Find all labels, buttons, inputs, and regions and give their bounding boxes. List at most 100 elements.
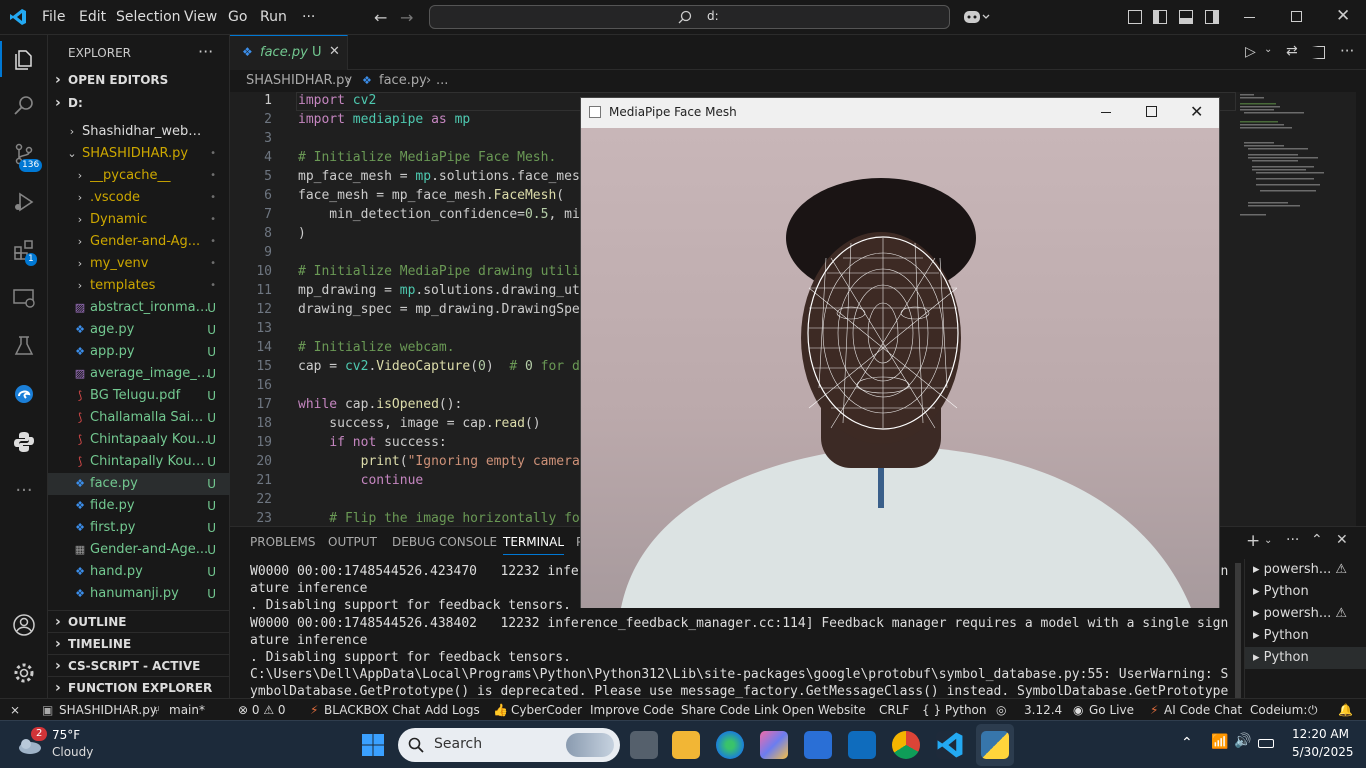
tab-output[interactable]: OUTPUT — [328, 535, 377, 549]
edge-browser-icon[interactable] — [716, 731, 744, 759]
wifi-icon[interactable]: 📶 — [1211, 734, 1228, 750]
file-tree-item[interactable]: ▨ average_image_n... U — [48, 363, 230, 385]
toggle-panel-icon[interactable] — [1179, 10, 1193, 24]
status-share-code-link[interactable]: Share Code Link — [681, 703, 779, 717]
tab-terminal[interactable]: TERMINAL — [503, 535, 565, 555]
panel-more-icon[interactable]: ··· — [1286, 532, 1299, 548]
volume-icon[interactable]: 🔊 — [1234, 733, 1251, 749]
code-line[interactable]: mp_drawing = mp.solutions.drawing_uti — [298, 283, 588, 298]
customize-layout-icon[interactable] — [1128, 10, 1142, 24]
forward-arrow-icon[interactable]: → — [400, 8, 413, 27]
edge-devtools-icon[interactable] — [9, 379, 39, 409]
file-tree-item[interactable]: › .vscode • — [48, 187, 230, 209]
battery-icon[interactable] — [1258, 739, 1274, 748]
close-window-icon[interactable]: ✕ — [1336, 6, 1350, 26]
status-codeium[interactable]: Codeium: — [1250, 703, 1307, 717]
file-tree-item[interactable]: › templates • — [48, 275, 230, 297]
copilot-icon[interactable] — [962, 9, 992, 25]
toggle-sidebar-icon[interactable] — [1153, 10, 1167, 24]
code-line[interactable]: print("Ignoring empty camera — [298, 454, 580, 469]
toggle-secondary-sidebar-icon[interactable] — [1205, 10, 1219, 24]
breadcrumb-symbol[interactable]: ... — [436, 73, 448, 88]
cs-script-section[interactable]: CS-SCRIPT - ACTIVE — [48, 654, 230, 677]
settings-gear-icon[interactable] — [9, 658, 39, 688]
tab-face-py[interactable]: ❖ face.py U ✕ — [230, 35, 348, 70]
run-dropdown-icon[interactable]: ⌄ — [1264, 44, 1272, 55]
status-branch[interactable]: main* — [169, 703, 205, 717]
terminal-instance[interactable]: ▸ powersh... ⚠ — [1253, 559, 1365, 581]
code-line[interactable]: mp_face_mesh = mp.solutions.face_mesh — [298, 169, 588, 184]
menu-edit[interactable]: Edit — [79, 9, 106, 25]
codeium-power-icon[interactable]: ⏻ — [1308, 703, 1318, 718]
minimize-icon[interactable] — [1101, 112, 1111, 113]
copilot-status-icon[interactable]: ◎ — [996, 703, 1006, 717]
code-line[interactable]: min_detection_confidence=0.5, mir — [298, 207, 587, 222]
extensions-icon[interactable]: 1 — [9, 235, 39, 266]
menu-file[interactable]: File — [42, 9, 65, 25]
terminal-scrollbar[interactable] — [1235, 563, 1241, 699]
vscode-taskbar-icon[interactable] — [936, 731, 964, 759]
code-line[interactable]: if not success: — [298, 435, 446, 450]
search-sidebar-icon[interactable] — [9, 91, 39, 121]
file-tree-item[interactable]: ❖ app.py U — [48, 341, 230, 363]
code-line[interactable]: # Initialize MediaPipe Face Mesh. — [298, 150, 556, 165]
new-terminal-icon[interactable]: + — [1246, 531, 1260, 551]
weather-temp[interactable]: 75°F — [52, 728, 80, 742]
status-blackbox[interactable]: BLACKBOX Chat — [324, 703, 420, 717]
tab-problems[interactable]: PROBLEMS — [250, 535, 316, 549]
open-editors-section[interactable]: OPEN EDITORS — [48, 69, 230, 91]
code-line[interactable]: import mediapipe as mp — [298, 112, 470, 127]
code-line[interactable]: face_mesh = mp_face_mesh.FaceMesh( — [298, 188, 564, 203]
split-editor-icon[interactable] — [1312, 46, 1325, 59]
code-line[interactable]: success, image = cap.read() — [298, 416, 540, 431]
file-tree-item[interactable]: ❖ hanumanji.py U — [48, 583, 230, 605]
terminal-instance[interactable]: ▸ powersh... ⚠ — [1253, 603, 1365, 625]
breadcrumb-folder[interactable]: SHASHIDHAR.py — [246, 73, 352, 88]
status-folder[interactable]: SHASHIDHAR.py — [59, 703, 157, 717]
file-tree-item[interactable]: ⌄ SHASHIDHAR.py • — [48, 143, 230, 165]
status-add-logs[interactable]: Add Logs — [425, 703, 480, 717]
clock-date[interactable]: 5/30/2025 — [1292, 745, 1354, 759]
more-views-icon[interactable]: ··· — [9, 475, 39, 505]
windows-start-icon[interactable] — [361, 733, 385, 757]
task-view-icon[interactable] — [630, 731, 658, 759]
restore-icon[interactable] — [1291, 11, 1302, 22]
notifications-bell-icon[interactable]: 🔔 — [1338, 703, 1353, 717]
tab-debug-console[interactable]: DEBUG CONSOLE — [392, 535, 497, 549]
editor-more-icon[interactable]: ··· — [1340, 42, 1354, 60]
code-line[interactable]: import cv2 — [298, 93, 376, 108]
root-folder-section[interactable]: D: — [48, 92, 230, 114]
outlook-icon[interactable] — [848, 731, 876, 759]
close-panel-icon[interactable]: ✕ — [1336, 532, 1348, 548]
remote-indicator-icon[interactable]: ⨯ — [10, 703, 20, 717]
explorer-icon[interactable] — [9, 45, 39, 75]
python-app-active[interactable] — [976, 724, 1014, 766]
code-line[interactable]: # Initialize webcam. — [298, 340, 455, 355]
status-ai-code-chat[interactable]: AI Code Chat — [1164, 703, 1242, 717]
terminal-dropdown-icon[interactable]: ⌄ — [1264, 535, 1272, 546]
code-line[interactable]: continue — [298, 473, 424, 488]
copilot-app-icon[interactable] — [760, 731, 788, 759]
status-language[interactable]: { } Python — [922, 703, 987, 717]
status-problems[interactable]: ⊗ 0 ⚠ 0 — [238, 703, 286, 717]
file-tree-item[interactable]: ❖ fide.py U — [48, 495, 230, 517]
file-tree-item[interactable]: ▨ abstract_ironman... U — [48, 297, 230, 319]
maximize-panel-icon[interactable]: ⌃ — [1311, 532, 1323, 548]
function-explorer-section[interactable]: FUNCTION EXPLORER — [48, 676, 230, 699]
menu-run[interactable]: Run — [260, 9, 287, 25]
source-control-icon[interactable]: 136 — [9, 139, 43, 172]
menu-go[interactable]: Go — [228, 9, 247, 25]
explorer-more-icon[interactable]: ··· — [198, 42, 213, 61]
minimize-icon[interactable] — [1244, 17, 1255, 18]
microsoft-store-icon[interactable] — [804, 731, 832, 759]
clock-time[interactable]: 12:20 AM — [1292, 727, 1349, 741]
run-python-file-icon[interactable]: ▷ — [1245, 44, 1256, 60]
account-icon[interactable] — [9, 610, 39, 640]
status-go-live[interactable]: Go Live — [1089, 703, 1134, 717]
code-line[interactable]: while cap.isOpened(): — [298, 397, 462, 412]
compare-changes-icon[interactable]: ⇄ — [1286, 43, 1298, 59]
file-explorer-icon[interactable] — [672, 731, 700, 759]
status-python-version[interactable]: 3.12.4 — [1024, 703, 1062, 717]
menu-more[interactable]: ··· — [302, 9, 315, 25]
menu-selection[interactable]: Selection — [116, 9, 181, 25]
